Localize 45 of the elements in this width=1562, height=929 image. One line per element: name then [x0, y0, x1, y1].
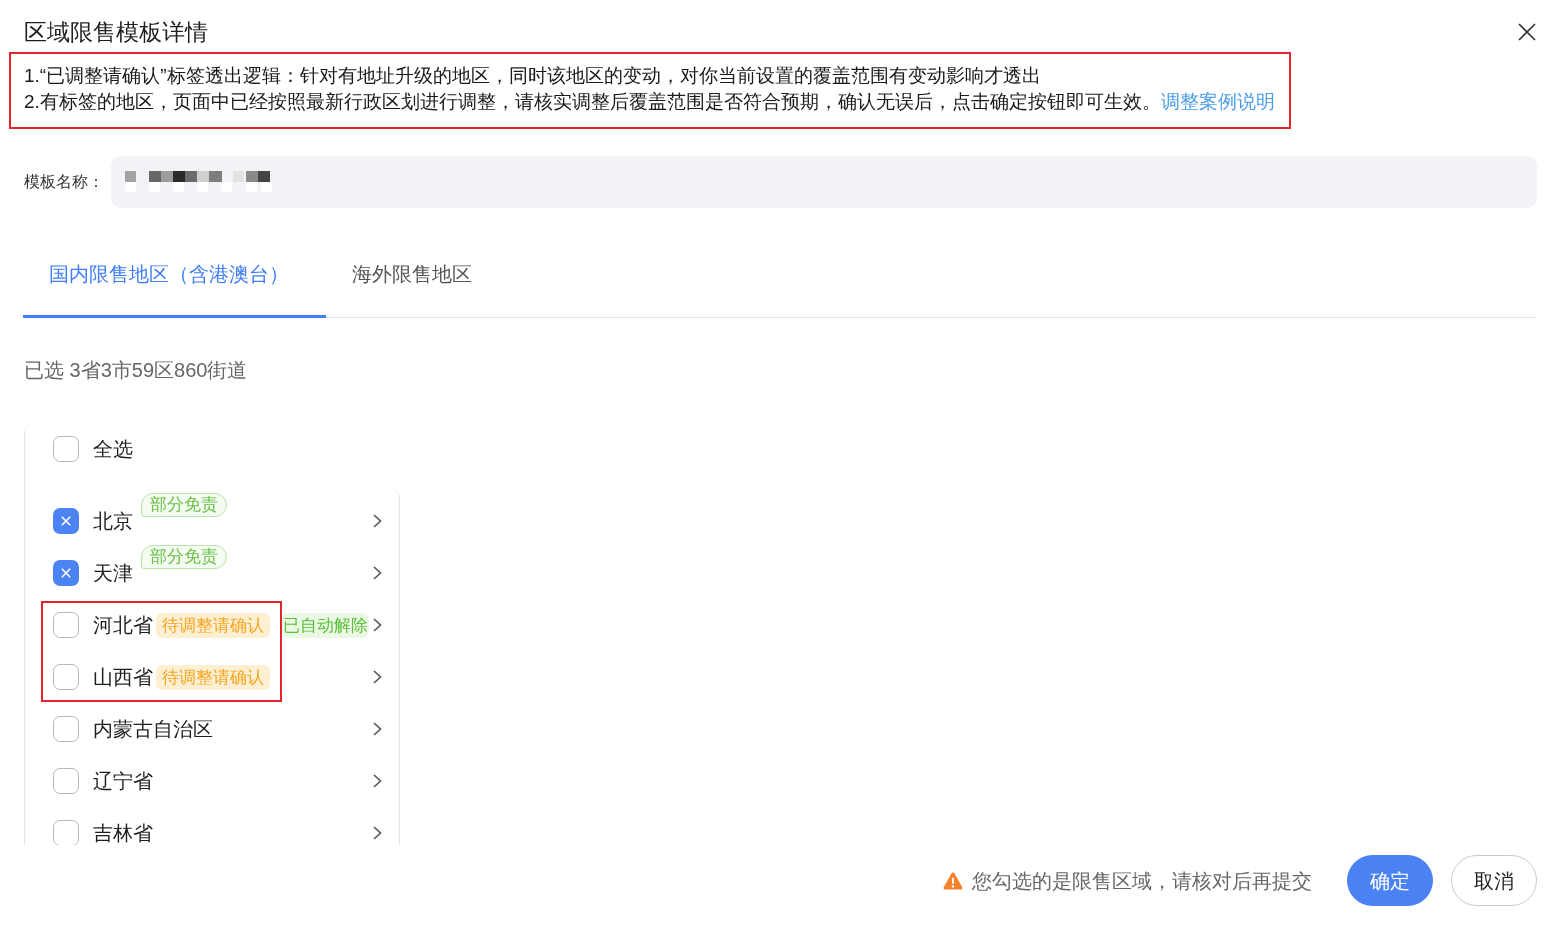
cancel-button[interactable]: 取消 — [1451, 855, 1537, 906]
cross-icon — [61, 568, 71, 578]
checkbox[interactable] — [53, 664, 79, 690]
chevron-right-icon[interactable] — [373, 618, 382, 632]
chevron-right-icon[interactable] — [373, 514, 382, 528]
checkbox-label: 全选 — [93, 437, 133, 461]
chevron-right-icon[interactable] — [373, 670, 382, 684]
tab[interactable]: 国内限售地区（含港澳台） — [23, 233, 326, 318]
region-name: 辽宁省 — [93, 769, 153, 793]
status-tag: 已自动解除 — [282, 612, 369, 638]
checkbox[interactable] — [53, 820, 79, 845]
checkbox[interactable] — [53, 560, 79, 586]
status-tag: 待调整请确认 — [156, 664, 270, 690]
chevron-right-icon[interactable] — [373, 722, 382, 736]
chevron-right-icon[interactable] — [373, 826, 382, 840]
chevron-right-icon[interactable] — [373, 774, 382, 788]
checkbox[interactable] — [53, 508, 79, 534]
cross-icon — [61, 516, 71, 526]
dialog-title: 区域限售模板详情 — [24, 18, 208, 47]
selection-summary: 已选 3省3市59区860街道 — [24, 358, 248, 383]
region-name: 北京 — [93, 509, 133, 533]
notice-text: 2.有标签的地区，页面中已经按照最新行政区划进行调整，请核实调整后覆盖范围是否符合预期，确认无误后，点击确定按钮即可生效。调整案例说明 — [24, 90, 1276, 114]
mosaic-icon — [125, 171, 272, 193]
tab[interactable]: 海外限售地区 — [326, 233, 509, 318]
close-button[interactable] — [1518, 23, 1536, 41]
status-tag: 部分免责 — [141, 493, 227, 517]
chevron-right-icon[interactable] — [373, 566, 382, 580]
checkbox[interactable] — [53, 612, 79, 638]
confirm-button[interactable]: 确定 — [1347, 855, 1433, 906]
status-tag: 待调整请确认 — [156, 612, 270, 638]
status-tag: 部分免责 — [141, 545, 227, 569]
close-icon — [1518, 23, 1536, 41]
checkbox[interactable] — [53, 716, 79, 742]
warning-text: 您勾选的是限售区域，请核对后再提交 — [972, 868, 1312, 894]
region-name: 吉林省 — [93, 821, 153, 845]
region-name: 内蒙古自治区 — [93, 717, 213, 741]
case-link[interactable]: 调整案例说明 — [1160, 91, 1275, 112]
checkbox[interactable] — [53, 768, 79, 794]
warning-icon — [943, 871, 963, 890]
region-name: 河北省 — [93, 613, 153, 637]
region-name: 天津 — [93, 561, 133, 585]
notice-text: 1.“已调整请确认”标签透出逻辑：针对有地址升级的地区，同时该地区的变动，对你当前设置的覆盖范围有变动影响才透出 — [24, 64, 1042, 88]
field-label: 模板名称： — [24, 172, 105, 192]
checkbox[interactable] — [53, 436, 79, 462]
region-name: 山西省 — [93, 665, 153, 689]
